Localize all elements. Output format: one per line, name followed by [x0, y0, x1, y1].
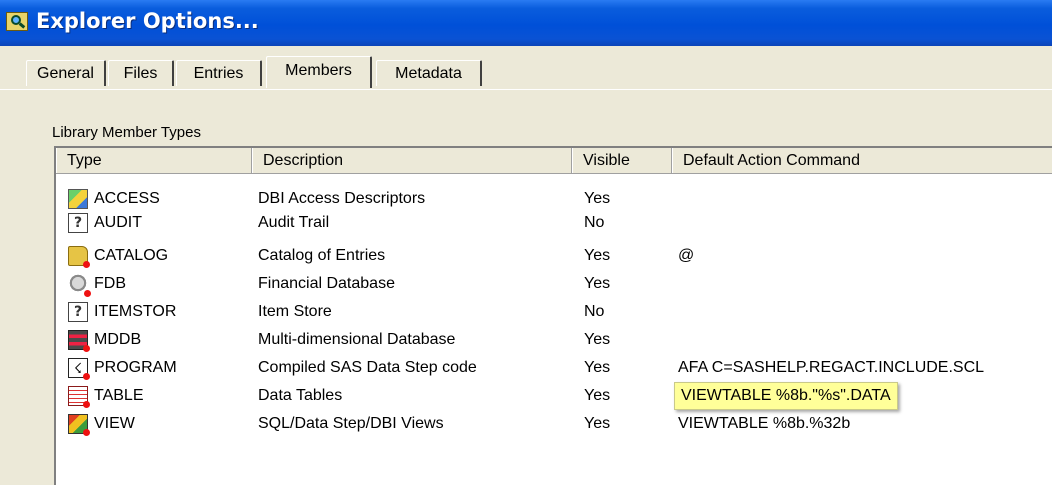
- row-visible: Yes: [584, 190, 611, 207]
- command-tooltip: VIEWTABLE %8b."%s".DATA: [674, 382, 898, 410]
- row-command: VIEWTABLE %8b.%32b: [678, 415, 851, 432]
- row-description: Compiled SAS Data Step code: [258, 359, 477, 376]
- row-description: SQL/Data Step/DBI Views: [258, 415, 444, 432]
- row-type: CATALOG: [94, 247, 169, 264]
- tab-members[interactable]: Members: [266, 56, 372, 88]
- row-description: Financial Database: [258, 275, 395, 292]
- member-types-list[interactable]: Type Description Visible Default Action …: [54, 146, 1052, 485]
- table-row[interactable]: CATALOG Catalog of Entries Yes @: [56, 244, 1052, 268]
- unknown-icon: ?: [68, 213, 88, 233]
- row-description: DBI Access Descriptors: [258, 190, 426, 207]
- row-description: Audit Trail: [258, 214, 330, 231]
- row-visible: Yes: [584, 415, 611, 432]
- fdb-icon: [68, 274, 91, 297]
- row-visible: Yes: [584, 331, 611, 348]
- column-header-description[interactable]: Description: [252, 148, 572, 173]
- column-header-type[interactable]: Type: [56, 148, 252, 173]
- row-description: Catalog of Entries: [258, 247, 386, 264]
- panel-border: [0, 89, 1052, 90]
- row-type: ACCESS: [94, 190, 160, 207]
- catalog-icon: [68, 246, 90, 268]
- row-visible: Yes: [584, 359, 611, 376]
- view-icon: [68, 414, 90, 436]
- row-type: TABLE: [94, 387, 144, 404]
- table-row[interactable]: MDDB Multi-dimensional Database Yes: [56, 328, 1052, 352]
- row-description: Data Tables: [258, 387, 343, 404]
- list-header: Type Description Visible Default Action …: [56, 148, 1052, 174]
- mddb-icon: [68, 330, 90, 352]
- table-row[interactable]: ACCESS DBI Access Descriptors Yes: [56, 187, 1052, 211]
- table-row[interactable]: ? AUDIT Audit Trail No: [56, 211, 1052, 235]
- row-command: AFA C=SASHELP.REGACT.INCLUDE.SCL: [678, 359, 985, 376]
- row-visible: Yes: [584, 247, 611, 264]
- group-label: Library Member Types: [52, 124, 201, 141]
- tab-strip: General Files Entries Members Metadata: [0, 50, 1052, 90]
- tab-metadata[interactable]: Metadata: [376, 60, 482, 86]
- row-description: Item Store: [258, 303, 332, 320]
- explorer-icon: [6, 12, 28, 31]
- row-type: FDB: [94, 275, 126, 292]
- tab-entries[interactable]: Entries: [176, 60, 262, 86]
- column-header-visible[interactable]: Visible: [572, 148, 672, 173]
- row-visible: No: [584, 303, 605, 320]
- access-icon: [68, 189, 88, 209]
- table-row[interactable]: VIEW SQL/Data Step/DBI Views Yes VIEWTAB…: [56, 412, 1052, 436]
- window-title: Explorer Options...: [36, 9, 259, 33]
- tab-files[interactable]: Files: [108, 60, 174, 86]
- unknown-icon: ?: [68, 302, 88, 322]
- row-visible: Yes: [584, 387, 611, 404]
- table-row[interactable]: FDB Financial Database Yes: [56, 272, 1052, 297]
- table-icon: [68, 386, 90, 408]
- table-row[interactable]: ☇ PROGRAM Compiled SAS Data Step code Ye…: [56, 356, 1052, 380]
- row-type: VIEW: [94, 415, 135, 432]
- column-header-command[interactable]: Default Action Command: [672, 148, 1052, 173]
- row-type: ITEMSTOR: [94, 303, 177, 320]
- row-visible: No: [584, 214, 605, 231]
- row-type: MDDB: [94, 331, 142, 348]
- row-type: AUDIT: [94, 214, 142, 231]
- row-description: Multi-dimensional Database: [258, 331, 456, 348]
- tab-general[interactable]: General: [26, 60, 106, 86]
- row-command: @: [678, 247, 695, 264]
- row-type: PROGRAM: [94, 359, 177, 376]
- row-visible: Yes: [584, 275, 611, 292]
- table-row[interactable]: ? ITEMSTOR Item Store No: [56, 300, 1052, 324]
- title-bar[interactable]: Explorer Options...: [0, 0, 1052, 46]
- program-icon: ☇: [68, 358, 90, 380]
- table-row[interactable]: TABLE Data Tables Yes VIEWTABLE %8b."%s"…: [56, 382, 1052, 410]
